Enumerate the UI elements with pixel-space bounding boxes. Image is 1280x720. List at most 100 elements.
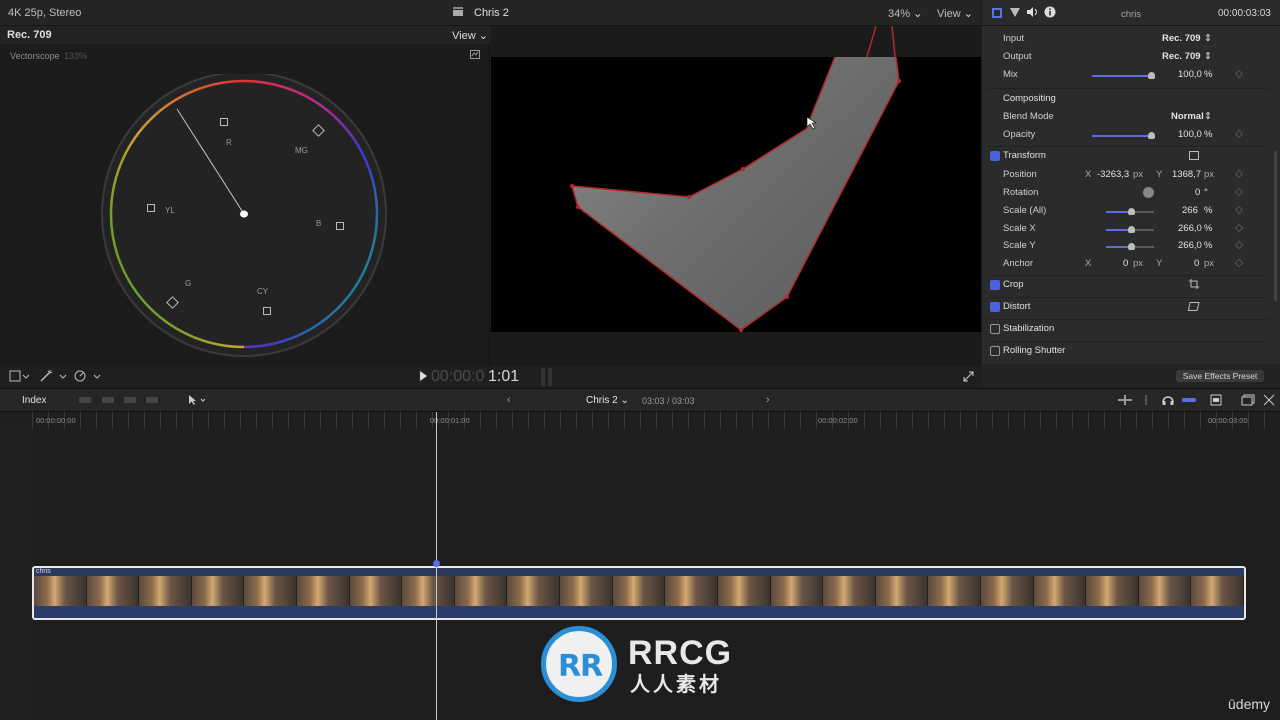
timeline-clip[interactable]: chris — [32, 566, 1246, 620]
magic-wand-icon[interactable] — [40, 370, 68, 385]
scale-x-slider[interactable] — [1106, 226, 1154, 233]
distort-onscreen-icon[interactable] — [1187, 302, 1200, 314]
viewer-canvas[interactable] — [491, 16, 981, 332]
stabilization-section[interactable]: Stabilization — [982, 319, 1272, 339]
mix-value[interactable]: 100,0 — [1178, 69, 1202, 80]
position-x-field[interactable]: -3263,3 — [1097, 169, 1129, 180]
rolling-shutter-checkbox[interactable] — [990, 346, 1000, 356]
crop-checkbox[interactable] — [990, 280, 1000, 290]
format-label: 4K 25p, Stereo — [8, 7, 82, 19]
rotation-value[interactable]: 0 — [1195, 187, 1200, 198]
anchor-x-field[interactable]: 0 — [1123, 258, 1128, 269]
pos-y-unit: px — [1204, 169, 1215, 180]
fullscreen-icon[interactable] — [963, 371, 974, 385]
scale-x-value[interactable]: 266,0 — [1178, 223, 1202, 234]
scope-zoom: 133% — [64, 51, 88, 61]
scale-x-unit: % — [1204, 223, 1213, 234]
rotation-dial-icon[interactable] — [1143, 187, 1154, 198]
rolling-label: Rolling Shutter — [1003, 345, 1066, 356]
skimming-icon[interactable] — [1118, 395, 1132, 408]
distort-section[interactable]: Distort — [982, 297, 1272, 317]
keyframe-icon[interactable] — [1234, 69, 1244, 79]
anchor-x-axis: X — [1085, 258, 1092, 269]
keyframe-icon[interactable] — [1234, 240, 1244, 250]
playhead-marker[interactable] — [433, 560, 440, 567]
inspector-scrollbar[interactable] — [1274, 151, 1277, 301]
scale-all-label: Scale (All) — [1003, 205, 1047, 216]
clip-appearance-icon[interactable] — [1210, 394, 1222, 409]
keyframe-icon[interactable] — [1234, 129, 1244, 139]
scope-settings-icon[interactable] — [470, 50, 480, 62]
hide-browser-icon[interactable] — [1263, 394, 1275, 409]
stabilization-checkbox[interactable] — [990, 324, 1000, 334]
output-select[interactable]: Rec. 709 — [1162, 51, 1201, 62]
audio-skimming-icon[interactable] — [1141, 395, 1151, 408]
keyframe-icon[interactable] — [1234, 205, 1244, 215]
transform-checkbox[interactable] — [990, 151, 1000, 161]
timeline-project-menu[interactable]: Chris 2 ⌄ — [586, 395, 629, 406]
distort-checkbox[interactable] — [990, 302, 1000, 312]
inspector-clip-name: chris — [1121, 9, 1142, 20]
vectorscope-panel: Rec. 709 View ⌄ Vectorscope 133% R MG B … — [0, 26, 490, 366]
scope-header: Rec. 709 View ⌄ — [0, 26, 490, 44]
distorted-video-frame[interactable] — [491, 16, 981, 332]
timeline-position: 03:03 / 03:03 — [642, 396, 695, 406]
index-button[interactable]: Index — [22, 395, 46, 406]
scope-view-menu[interactable]: View ⌄ — [452, 29, 488, 42]
scale-y-label: Scale Y — [1003, 240, 1036, 251]
keyframe-icon[interactable] — [1234, 223, 1244, 233]
anchor-row: Anchor X 0 px Y 0 px — [982, 255, 1272, 273]
scale-x-row: Scale X 266,0 % — [982, 220, 1272, 238]
rolling-shutter-section[interactable]: Rolling Shutter — [982, 341, 1272, 361]
play-button[interactable] — [419, 370, 428, 385]
label-cy: CY — [257, 287, 269, 296]
label-g: G — [185, 279, 192, 288]
chevron-updown-icon: ⇕ — [1204, 33, 1212, 44]
video-inspector-icon[interactable] — [991, 7, 1003, 22]
watermark-sub: 人人素材 — [630, 674, 722, 696]
zoom-menu[interactable]: 34% ⌄ — [888, 7, 922, 20]
edit-buttons-icon[interactable] — [78, 394, 168, 409]
mix-row: Mix 100,0 % — [982, 66, 1272, 84]
timeline-ruler[interactable]: 00:00:00:00 00:00:01:00 00:00:02:00 00:0… — [0, 412, 1280, 428]
headphones-icon[interactable] — [1162, 394, 1174, 409]
anchor-y-field[interactable]: 0 — [1194, 258, 1199, 269]
scale-y-value[interactable]: 266,0 — [1178, 240, 1202, 251]
scale-all-value[interactable]: 266 — [1182, 205, 1198, 216]
color-inspector-icon[interactable] — [1009, 6, 1021, 21]
save-effects-preset-button[interactable]: Save Effects Preset — [1176, 370, 1264, 382]
info-inspector-icon[interactable] — [1044, 6, 1056, 21]
input-select[interactable]: Rec. 709 — [1162, 33, 1201, 44]
position-y-field[interactable]: 1368,7 — [1172, 169, 1201, 180]
crop-section[interactable]: Crop — [982, 275, 1272, 295]
rotation-label: Rotation — [1003, 187, 1039, 198]
speed-icon[interactable] — [74, 370, 102, 385]
forward-arrow-icon[interactable]: › — [766, 394, 770, 406]
blend-mode-row: Blend Mode Normal ⇕ — [982, 108, 1272, 126]
crop-onscreen-icon[interactable] — [1189, 279, 1199, 292]
audio-inspector-icon[interactable] — [1026, 6, 1039, 21]
view-menu[interactable]: View ⌄ — [937, 7, 973, 20]
keyframe-icon[interactable] — [1234, 258, 1244, 268]
transform-section[interactable]: Transform — [982, 146, 1272, 166]
select-tool-icon[interactable] — [188, 394, 208, 409]
transform-tool-icon[interactable] — [9, 370, 30, 385]
inspector-footer: Save Effects Preset — [982, 364, 1280, 388]
back-arrow-icon[interactable]: ‹ — [507, 394, 511, 406]
scale-all-slider[interactable] — [1106, 208, 1154, 215]
snapping-icon[interactable] — [1182, 395, 1196, 408]
timecode-dim: 00:00:0 — [431, 368, 485, 385]
blend-select[interactable]: Normal — [1171, 111, 1204, 122]
move-cursor-icon — [806, 116, 822, 135]
viewer-panel — [491, 16, 981, 366]
scale-y-slider[interactable] — [1106, 243, 1154, 250]
timecode[interactable]: 1:01 — [488, 368, 519, 386]
label-r: R — [226, 138, 232, 147]
window-icon[interactable] — [1241, 394, 1255, 409]
opacity-slider[interactable] — [1092, 132, 1155, 139]
keyframe-icon[interactable] — [1234, 187, 1244, 197]
keyframe-icon[interactable] — [1234, 169, 1244, 179]
mix-slider[interactable] — [1092, 72, 1155, 79]
transform-onscreen-icon[interactable] — [1189, 151, 1199, 163]
opacity-value[interactable]: 100,0 — [1178, 129, 1202, 140]
